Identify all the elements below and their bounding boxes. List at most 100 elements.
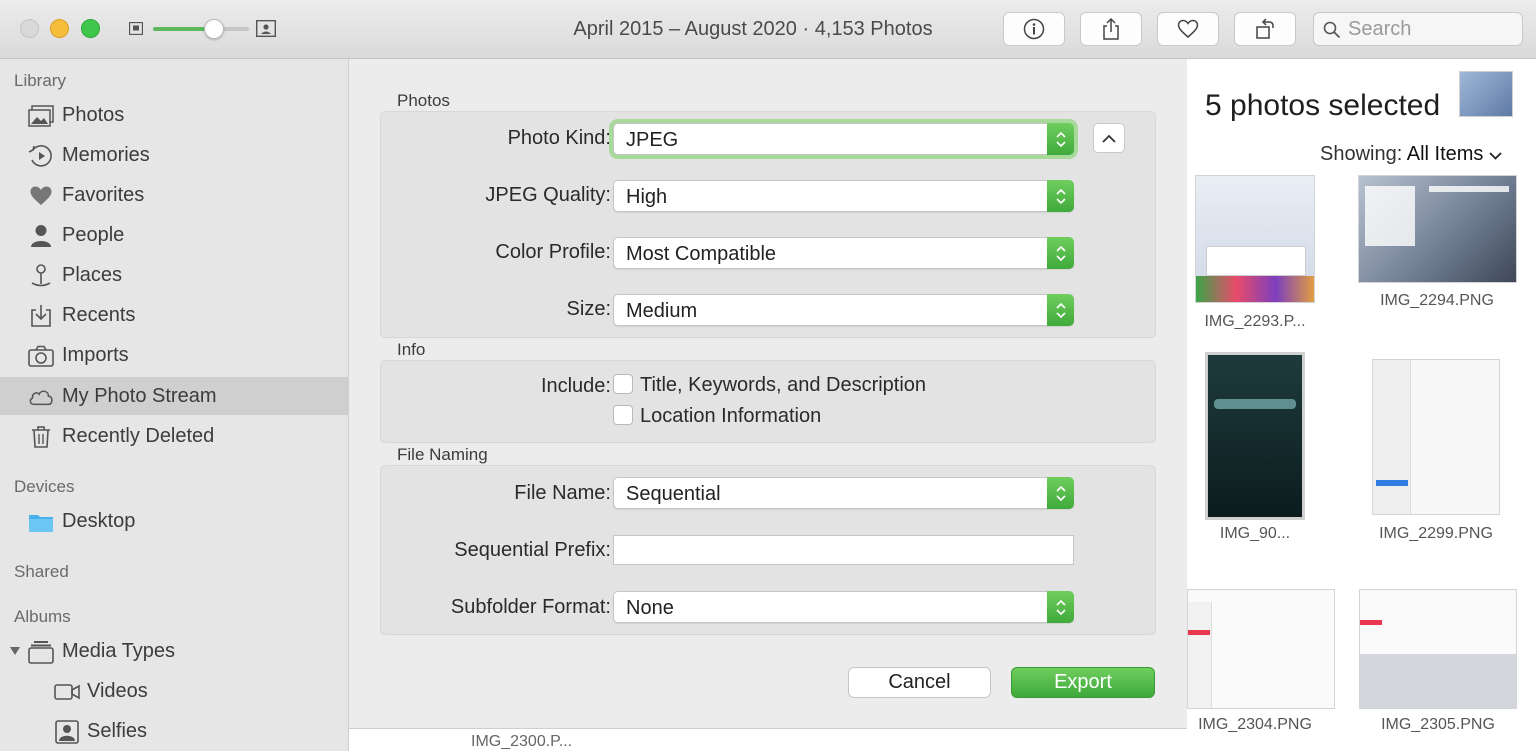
photo-grid-background: IMG_2300.P... bbox=[349, 729, 1187, 751]
thumbnail-caption: IMG_2294.PNG bbox=[1380, 292, 1494, 309]
sidebar-item-desktop[interactable]: Desktop bbox=[0, 502, 349, 540]
popup-arrows-icon bbox=[1047, 123, 1074, 155]
photo-thumbnail[interactable] bbox=[1187, 589, 1335, 709]
subfolder-format-popup[interactable]: None bbox=[613, 591, 1074, 623]
sidebar-item-my-photo-stream[interactable]: My Photo Stream bbox=[0, 377, 349, 415]
person-icon bbox=[28, 224, 54, 248]
thumbnail-caption: IMG_2300.P... bbox=[471, 733, 573, 750]
disclosure-triangle-icon[interactable] bbox=[9, 646, 21, 656]
albums-header: Albums bbox=[14, 607, 71, 626]
shared-header: Shared bbox=[14, 562, 69, 581]
sequential-prefix-input[interactable] bbox=[613, 535, 1074, 565]
sidebar-item-memories[interactable]: Memories bbox=[0, 136, 349, 174]
selection-preview-thumbnail bbox=[1459, 71, 1513, 117]
library-header: Library bbox=[14, 71, 66, 90]
thumbnail-caption: IMG_90... bbox=[1219, 525, 1291, 542]
color-profile-label: Color Profile: bbox=[495, 241, 611, 263]
photo-thumbnail[interactable] bbox=[1372, 359, 1500, 515]
sidebar-item-label: Recently Deleted bbox=[62, 424, 215, 447]
close-window-button[interactable] bbox=[20, 19, 39, 38]
sidebar-item-photos[interactable]: Photos bbox=[0, 96, 349, 134]
sidebar-item-favorites[interactable]: Favorites bbox=[0, 176, 349, 214]
file-name-label: File Name: bbox=[514, 482, 611, 504]
export-dialog: Photos Photo Kind: JPEG Quality: Color P… bbox=[349, 59, 1187, 729]
subfolder-format-value: None bbox=[626, 597, 674, 619]
photo-kind-value: JPEG bbox=[626, 129, 679, 151]
sequential-prefix-label: Sequential Prefix: bbox=[454, 539, 611, 561]
heart-icon bbox=[1177, 19, 1199, 38]
folder-icon bbox=[28, 510, 54, 534]
info-button[interactable] bbox=[1003, 12, 1065, 46]
thumbnail-caption: IMG_2305.PNG bbox=[1381, 716, 1495, 733]
sidebar-item-label: Videos bbox=[87, 679, 148, 702]
location-info-checkbox[interactable] bbox=[613, 405, 633, 425]
collapse-options-button[interactable] bbox=[1093, 123, 1125, 153]
search-icon bbox=[1323, 21, 1341, 39]
sidebar-item-label: Recents bbox=[62, 303, 136, 326]
color-profile-popup[interactable]: Most Compatible bbox=[613, 237, 1074, 269]
jpeg-quality-value: High bbox=[626, 186, 668, 208]
showing-label: Showing: bbox=[1320, 143, 1403, 165]
photo-thumbnail[interactable] bbox=[1358, 175, 1517, 283]
rotate-icon bbox=[1256, 18, 1274, 39]
search-input[interactable] bbox=[1348, 17, 1518, 41]
zoom-slider[interactable] bbox=[153, 27, 249, 31]
chevron-down-icon bbox=[1489, 152, 1502, 160]
share-button[interactable] bbox=[1080, 12, 1142, 46]
export-button[interactable]: Export bbox=[1011, 667, 1155, 698]
jpeg-quality-label: JPEG Quality: bbox=[485, 184, 611, 206]
zoom-slider-knob[interactable] bbox=[204, 19, 225, 39]
photo-thumbnail[interactable] bbox=[1205, 352, 1305, 520]
popup-arrows-icon bbox=[1047, 591, 1074, 623]
memories-icon bbox=[28, 144, 54, 168]
jpeg-quality-popup[interactable]: High bbox=[613, 180, 1074, 212]
popup-arrows-icon bbox=[1047, 477, 1074, 509]
large-thumbnail-icon bbox=[256, 20, 276, 37]
favorite-button[interactable] bbox=[1157, 12, 1219, 46]
sidebar-item-videos[interactable]: Videos bbox=[0, 672, 349, 710]
sidebar-item-selfies[interactable]: Selfies bbox=[0, 712, 349, 750]
photo-kind-label: Photo Kind: bbox=[507, 127, 611, 149]
sidebar-item-label: Imports bbox=[62, 343, 129, 366]
sidebar-item-label: My Photo Stream bbox=[62, 384, 217, 407]
sidebar-item-recents[interactable]: Recents bbox=[0, 296, 349, 334]
sidebar-item-label: Places bbox=[62, 263, 123, 286]
minimize-window-button[interactable] bbox=[50, 19, 69, 38]
small-thumbnail-icon bbox=[129, 22, 143, 35]
thumbnail-caption: IMG_2304.PNG bbox=[1198, 716, 1312, 733]
sidebar-item-label: Selfies bbox=[87, 719, 148, 742]
sidebar-item-media-types[interactable]: Media Types bbox=[0, 632, 349, 670]
video-icon bbox=[54, 680, 80, 704]
share-icon bbox=[1103, 17, 1119, 40]
sidebar-item-imports[interactable]: Imports bbox=[0, 336, 349, 374]
selection-count-title: 5 photos selected bbox=[1205, 89, 1441, 122]
photos-group-title: Photos bbox=[397, 91, 450, 110]
title-keywords-checkbox[interactable] bbox=[613, 374, 633, 394]
title-keywords-label: Title, Keywords, and Description bbox=[640, 374, 927, 396]
stack-icon bbox=[28, 640, 54, 664]
sidebar-item-label: Favorites bbox=[62, 183, 145, 206]
size-popup[interactable]: Medium bbox=[613, 294, 1074, 326]
color-profile-value: Most Compatible bbox=[626, 243, 777, 265]
devices-header: Devices bbox=[14, 477, 75, 496]
thumbnail-caption: IMG_2299.PNG bbox=[1379, 525, 1493, 542]
title-bar: April 2015 – August 2020 · 4,153 Photos bbox=[0, 0, 1536, 59]
file-name-popup[interactable]: Sequential bbox=[613, 477, 1074, 509]
cancel-button[interactable]: Cancel bbox=[848, 667, 991, 698]
sidebar-item-people[interactable]: People bbox=[0, 216, 349, 254]
zoom-window-button[interactable] bbox=[81, 19, 100, 38]
sidebar-item-places[interactable]: Places bbox=[0, 256, 349, 294]
search-field[interactable] bbox=[1313, 12, 1523, 46]
cloud-icon bbox=[28, 385, 54, 409]
pin-icon bbox=[28, 264, 54, 288]
photo-thumbnail[interactable] bbox=[1195, 175, 1315, 303]
showing-value: All Items bbox=[1406, 143, 1484, 165]
photo-thumbnail[interactable] bbox=[1359, 589, 1517, 709]
showing-filter[interactable]: Showing: All Items bbox=[1320, 143, 1502, 166]
sidebar-item-label: Photos bbox=[62, 103, 125, 126]
photo-kind-popup[interactable]: JPEG bbox=[613, 123, 1074, 155]
info-settings-box: Include: bbox=[380, 360, 1156, 443]
popup-arrows-icon bbox=[1047, 294, 1074, 326]
sidebar-item-recently-deleted[interactable]: Recently Deleted bbox=[0, 417, 349, 455]
rotate-button[interactable] bbox=[1234, 12, 1296, 46]
